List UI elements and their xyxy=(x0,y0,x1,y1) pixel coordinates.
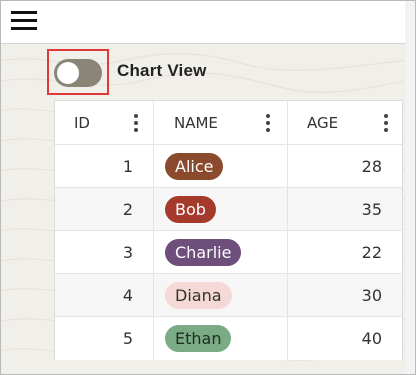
column-header-name[interactable]: NAME xyxy=(154,101,288,144)
name-cell: Alice xyxy=(154,145,288,187)
hamburger-menu-icon[interactable] xyxy=(11,9,37,33)
column-header-age[interactable]: AGE xyxy=(288,101,402,144)
column-menu-icon[interactable] xyxy=(133,114,139,132)
age-cell: 40 xyxy=(288,317,402,360)
column-header-label: AGE xyxy=(307,114,339,132)
vertical-scrollbar[interactable] xyxy=(405,1,415,374)
id-value: 1 xyxy=(122,157,133,176)
id-cell: 5 xyxy=(55,317,154,360)
table-row[interactable]: 5 Ethan 40 xyxy=(55,317,402,360)
id-value: 3 xyxy=(122,243,133,262)
column-header-label: NAME xyxy=(174,114,218,132)
name-pill: Ethan xyxy=(165,325,232,352)
top-app-bar xyxy=(1,1,405,44)
id-cell: 4 xyxy=(55,274,154,316)
table-row[interactable]: 4 Diana 30 xyxy=(55,274,402,317)
app-frame: Chart View ID NAME AGE 1 Alice 28 2 Bob … xyxy=(0,0,416,375)
name-cell: Ethan xyxy=(154,317,288,360)
column-header-label: ID xyxy=(74,114,90,132)
name-cell: Diana xyxy=(154,274,288,316)
id-value: 4 xyxy=(122,286,133,305)
age-cell: 30 xyxy=(288,274,402,316)
chart-view-label: Chart View xyxy=(117,61,207,80)
age-value: 40 xyxy=(361,329,382,348)
table-row[interactable]: 2 Bob 35 xyxy=(55,188,402,231)
table-row[interactable]: 3 Charlie 22 xyxy=(55,231,402,274)
grid-header-row: ID NAME AGE xyxy=(55,101,402,145)
name-pill: Bob xyxy=(165,196,216,223)
age-value: 35 xyxy=(361,200,382,219)
column-menu-icon[interactable] xyxy=(265,114,271,132)
id-value: 2 xyxy=(122,200,133,219)
age-value: 30 xyxy=(361,286,382,305)
age-cell: 28 xyxy=(288,145,402,187)
column-menu-icon[interactable] xyxy=(383,114,389,132)
name-pill: Charlie xyxy=(165,239,242,266)
toggle-knob xyxy=(57,62,79,84)
age-cell: 22 xyxy=(288,231,402,273)
column-header-id[interactable]: ID xyxy=(55,101,154,144)
name-pill: Alice xyxy=(165,153,224,180)
age-cell: 35 xyxy=(288,188,402,230)
name-cell: Charlie xyxy=(154,231,288,273)
id-cell: 2 xyxy=(55,188,154,230)
age-value: 28 xyxy=(361,157,382,176)
chart-view-toggle[interactable] xyxy=(54,59,102,87)
age-value: 22 xyxy=(361,243,382,262)
id-cell: 3 xyxy=(55,231,154,273)
data-grid: ID NAME AGE 1 Alice 28 2 Bob 35 3 Charli… xyxy=(54,100,403,360)
id-cell: 1 xyxy=(55,145,154,187)
name-cell: Bob xyxy=(154,188,288,230)
id-value: 5 xyxy=(122,329,133,348)
name-pill: Diana xyxy=(165,282,232,309)
table-row[interactable]: 1 Alice 28 xyxy=(55,145,402,188)
